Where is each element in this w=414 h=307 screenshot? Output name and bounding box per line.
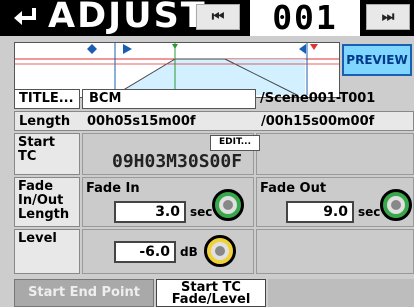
edit-tc-button[interactable]: EDIT... (210, 135, 260, 151)
skip-forward-button[interactable]: ⏭ (366, 4, 410, 30)
level-row: Level -6.0 dB (14, 229, 414, 274)
fade-in-input[interactable]: 3.0 (114, 201, 186, 223)
fade-in-knob-icon[interactable] (212, 189, 244, 221)
take-name-field[interactable]: BCM (82, 89, 256, 109)
title-row: TITLE... BCM /Scene001-T001 (14, 89, 414, 110)
start-tc-blank (256, 133, 414, 175)
tab-start-tc-fade-level[interactable]: Start TC Fade/Level (156, 279, 266, 307)
fade-length-label: Fade In/Out Length (14, 177, 80, 227)
start-tc-row: Start TC EDIT... 09H03M30S00F (14, 133, 414, 175)
level-input[interactable]: -6.0 (114, 241, 176, 263)
length-label: Length (19, 114, 71, 129)
page-title: ADJUST (44, 0, 211, 34)
title-bar: ADJUST ⏮ 001 ⏭ (0, 0, 414, 36)
start-tc-label: Start TC (14, 133, 80, 175)
fade-in-unit: sec (190, 205, 213, 219)
level-unit: dB (180, 245, 198, 259)
take-counter: 001 (250, 0, 360, 36)
fade-out-input[interactable]: 9.0 (286, 201, 354, 223)
length-total: /00h15s00m00f (261, 114, 375, 129)
length-row: Length 00h05s15m00f /00h15s00m00f (14, 111, 414, 131)
title-edit-button[interactable]: TITLE... (14, 89, 80, 109)
skip-back-button[interactable]: ⏮ (196, 4, 240, 30)
level-label: Level (14, 229, 80, 274)
fade-row: Fade In/Out Length Fade In 3.0 sec Fade … (14, 177, 414, 227)
fade-out-label: Fade Out (260, 181, 327, 196)
level-knob-icon[interactable] (204, 235, 236, 267)
start-timecode: 09H03M30S00F (112, 151, 243, 172)
return-arrow-icon[interactable] (8, 2, 42, 32)
level-blank (256, 229, 414, 274)
skip-back-icon: ⏮ (211, 9, 225, 25)
preview-button[interactable]: PREVIEW (342, 44, 412, 76)
adjust-screen: ADJUST ⏮ 001 ⏭ PREVIEW TITLE... BCM /Sce… (0, 0, 414, 307)
fade-out-unit: sec (358, 205, 381, 219)
take-path: /Scene001-T001 (260, 91, 376, 106)
skip-forward-icon: ⏭ (381, 9, 395, 25)
tab-start-end-point[interactable]: Start End Point (14, 279, 154, 307)
fade-out-knob-icon[interactable] (380, 189, 412, 221)
length-value: 00h05s15m00f (87, 114, 196, 129)
fade-in-label: Fade In (86, 181, 140, 196)
tab-strip-filler (268, 279, 414, 307)
